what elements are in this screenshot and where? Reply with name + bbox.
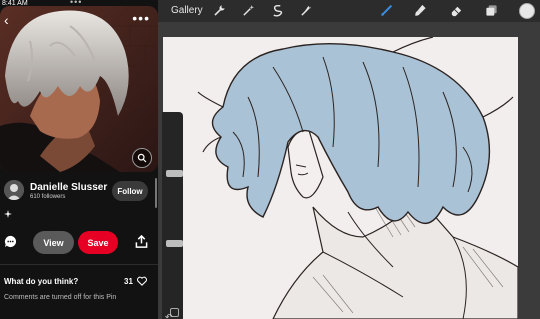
magic-wand-icon[interactable] [242,4,255,17]
author-name[interactable]: Danielle Slusser [30,182,107,193]
comments-disabled-note: Comments are turned off for this Pin [4,294,117,301]
sparkle-icon[interactable] [4,210,12,218]
eraser-icon[interactable] [450,4,463,17]
wrench-icon[interactable] [213,4,226,17]
reaction-count: 31 [124,277,133,286]
comment-icon[interactable] [4,235,17,248]
brush-size-slider[interactable] [166,170,183,177]
author-avatar[interactable] [4,180,24,200]
drawing-canvas[interactable] [163,36,519,319]
heart-icon[interactable] [137,276,147,286]
sketch-artwork [197,36,519,319]
pinterest-panel: 8:41 AM ••• ‹ ••• Danielle Slusser 610 f… [0,0,158,319]
smudge-icon[interactable] [414,4,427,17]
follower-count: 610 followers [30,194,66,200]
selection-icon[interactable] [271,4,284,17]
gallery-button[interactable]: Gallery [171,5,203,16]
follow-button[interactable]: Follow [112,181,148,201]
brush-icon[interactable] [380,4,393,17]
save-button[interactable]: Save [78,231,118,254]
procreate-panel: Gallery ↶ [158,0,540,319]
transform-icon[interactable] [300,4,313,17]
pin-image[interactable] [0,6,158,172]
divider [0,264,158,265]
comments-heading: What do you think? [4,277,79,286]
canvas-area [158,22,540,319]
avatar-image [4,180,24,200]
color-icon[interactable] [519,3,535,19]
layers-icon[interactable] [485,4,498,17]
pin-artwork [0,6,158,172]
undo-button[interactable]: ↶ [165,312,173,319]
lens-icon [137,153,147,163]
visual-search-button[interactable] [132,148,152,168]
brush-sidebar [162,112,183,319]
share-icon[interactable] [135,235,148,248]
view-button[interactable]: View [33,231,74,254]
toolbar: Gallery [158,0,540,22]
opacity-slider[interactable] [166,240,183,247]
back-button[interactable]: ‹ [4,12,18,28]
more-options-button[interactable]: ••• [132,10,150,26]
scrollbar[interactable] [155,178,157,208]
